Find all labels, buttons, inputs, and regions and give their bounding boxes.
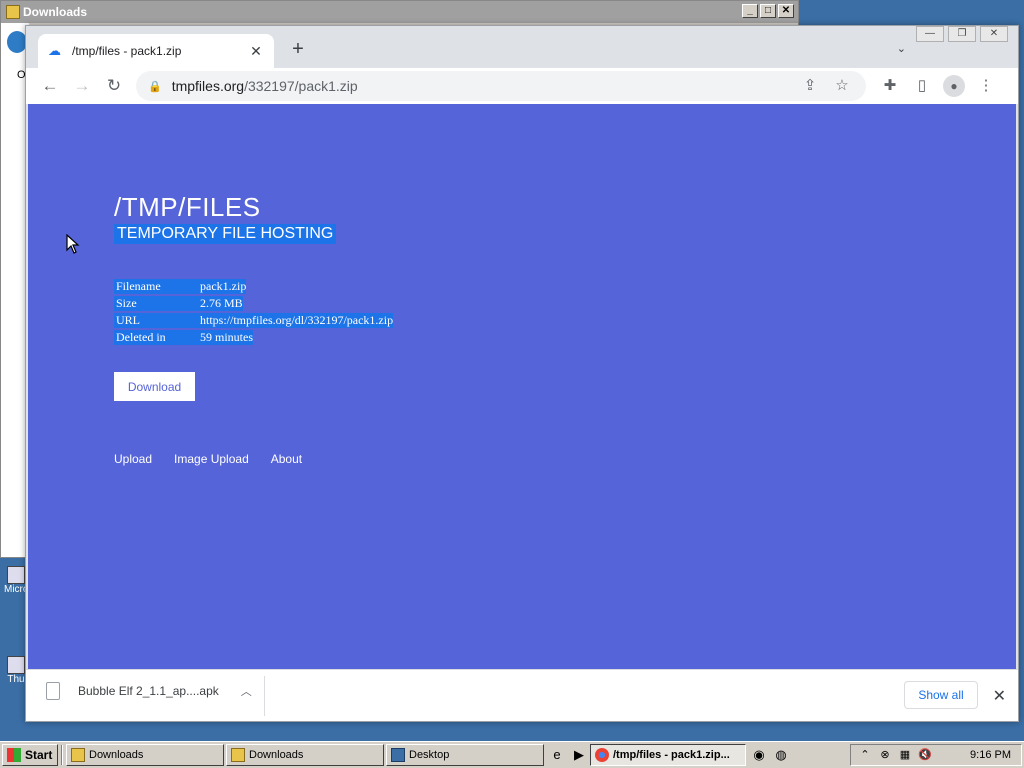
menu-kebab-icon[interactable]: ⋮ bbox=[970, 70, 1002, 102]
file-info-table: Filename pack1.zip Size 2.76 MB URL http… bbox=[114, 278, 394, 346]
footer-link-upload[interactable]: Upload bbox=[114, 452, 152, 466]
application-icon bbox=[7, 566, 25, 584]
download-button[interactable]: Download bbox=[114, 372, 195, 401]
file-icon bbox=[46, 682, 60, 700]
tray-expand-icon[interactable]: ⌃ bbox=[857, 748, 873, 762]
bookmark-star-icon[interactable]: ☆ bbox=[826, 75, 858, 97]
task-browser[interactable]: /tmp/files - pack1.zip... bbox=[590, 744, 746, 766]
edge-icon[interactable]: ◍ bbox=[770, 744, 792, 766]
profile-avatar-icon[interactable]: ● bbox=[943, 75, 965, 97]
tab-close-icon[interactable]: ✕ bbox=[248, 43, 264, 59]
background-window-title: Downloads bbox=[23, 5, 88, 19]
tab-search-chevron-icon[interactable]: ⌄ bbox=[897, 42, 906, 55]
task-label: Desktop bbox=[409, 749, 450, 761]
footer-link-image-upload[interactable]: Image Upload bbox=[174, 452, 249, 466]
start-label: Start bbox=[25, 748, 53, 762]
info-value: https://tmpfiles.org/dl/332197/pack1.zip bbox=[198, 313, 394, 328]
window-close-icon[interactable]: ✕ bbox=[980, 26, 1008, 42]
window-minimize-icon[interactable]: — bbox=[916, 26, 944, 42]
info-value: 59 minutes bbox=[198, 330, 253, 345]
footer-nav: Upload Image Upload About bbox=[114, 452, 302, 466]
info-row-size: Size 2.76 MB bbox=[114, 295, 393, 312]
page-content: /TMP/FILES TEMPORARY FILE HOSTING Filena… bbox=[28, 104, 1016, 669]
folder-icon bbox=[71, 748, 85, 762]
info-key: Size bbox=[114, 296, 198, 311]
shelf-divider bbox=[264, 676, 265, 716]
info-row-deleted-in: Deleted in 59 minutes bbox=[114, 329, 393, 346]
folder-icon bbox=[231, 748, 245, 762]
site-subtitle: TEMPORARY FILE HOSTING bbox=[114, 224, 337, 244]
download-shelf: Bubble Elf 2_1.1_ap....apk ︿ Show all ✕ bbox=[26, 669, 1018, 721]
extensions-puzzle-icon[interactable]: ✚ bbox=[874, 70, 906, 102]
show-all-button[interactable]: Show all bbox=[904, 681, 978, 709]
cloud-upload-icon: ☁ bbox=[48, 43, 61, 58]
footer-link-about[interactable]: About bbox=[271, 452, 302, 466]
taskbar-divider bbox=[61, 745, 63, 765]
task-desktop[interactable]: Desktop bbox=[386, 744, 544, 766]
chrome-icon bbox=[595, 748, 609, 762]
start-button[interactable]: Start bbox=[2, 744, 58, 766]
info-row-url: URL https://tmpfiles.org/dl/332197/pack1… bbox=[114, 312, 394, 329]
system-tray: ⌃ ⊗ ▦ 🔇 9:16 PM bbox=[850, 744, 1022, 766]
network-error-icon[interactable]: ⊗ bbox=[877, 748, 893, 762]
url-host: tmpfiles.org bbox=[171, 78, 245, 94]
info-row-filename: Filename pack1.zip bbox=[114, 278, 393, 295]
browser-toolbar: ← → ↻ 🔒 tmpfiles.org/332197/pack1.zip ⇪ … bbox=[26, 68, 1018, 104]
minimize-icon[interactable]: _ bbox=[742, 4, 758, 18]
side-panel-icon[interactable]: ▯ bbox=[906, 70, 938, 102]
info-value: pack1.zip bbox=[198, 279, 247, 294]
lock-icon[interactable]: 🔒 bbox=[148, 80, 162, 93]
task-downloads-2[interactable]: Downloads bbox=[226, 744, 384, 766]
volume-muted-icon[interactable]: 🔇 bbox=[917, 748, 933, 762]
windows-flag-icon bbox=[7, 748, 21, 762]
tab-strip: ☁ /tmp/files - pack1.zip ✕ + ⌄ — ❐ ✕ bbox=[26, 26, 1018, 68]
shelf-close-icon[interactable]: ✕ bbox=[993, 686, 1006, 706]
clock[interactable]: 9:16 PM bbox=[970, 749, 1011, 761]
info-key: Deleted in bbox=[114, 330, 198, 345]
window-restore-icon[interactable]: ❐ bbox=[948, 26, 976, 42]
network-icon[interactable]: ▦ bbox=[897, 748, 913, 762]
site-title: /TMP/FILES bbox=[114, 192, 261, 222]
tab-tmpfiles[interactable]: ☁ /tmp/files - pack1.zip ✕ bbox=[38, 34, 274, 68]
back-arrow-icon[interactable] bbox=[7, 31, 27, 53]
task-label: /tmp/files - pack1.zip... bbox=[613, 749, 730, 761]
chevron-up-icon[interactable]: ︿ bbox=[241, 683, 252, 699]
raccoon-app-icon[interactable]: ◉ bbox=[748, 744, 770, 766]
close-icon[interactable]: ✕ bbox=[778, 4, 794, 18]
new-tab-icon[interactable]: + bbox=[288, 39, 308, 60]
download-item[interactable]: Bubble Elf 2_1.1_ap....apk ︿ bbox=[46, 682, 252, 700]
taskbar: Start Downloads Downloads Desktop e ▶ /t… bbox=[0, 741, 1024, 768]
address-bar[interactable]: 🔒 tmpfiles.org/332197/pack1.zip ⇪ ☆ bbox=[136, 71, 866, 101]
browser-window: ☁ /tmp/files - pack1.zip ✕ + ⌄ — ❐ ✕ ← →… bbox=[25, 25, 1019, 722]
ie-icon[interactable]: e bbox=[546, 744, 568, 766]
share-icon[interactable]: ⇪ bbox=[794, 75, 826, 97]
info-key: Filename bbox=[114, 279, 198, 294]
mouse-cursor-icon bbox=[66, 233, 80, 257]
background-window-titlebar[interactable]: Downloads _ □ ✕ bbox=[1, 1, 798, 23]
task-label: Downloads bbox=[89, 749, 144, 761]
folder-icon bbox=[6, 5, 20, 19]
application-icon bbox=[7, 656, 25, 674]
back-icon[interactable]: ← bbox=[34, 70, 66, 102]
forward-icon[interactable]: → bbox=[66, 70, 98, 102]
reload-icon[interactable]: ↻ bbox=[98, 70, 130, 102]
task-label: Downloads bbox=[249, 749, 304, 761]
tab-title: /tmp/files - pack1.zip bbox=[72, 44, 182, 58]
info-key: URL bbox=[114, 313, 198, 328]
media-player-icon[interactable]: ▶ bbox=[568, 744, 590, 766]
task-downloads-1[interactable]: Downloads bbox=[66, 744, 224, 766]
maximize-icon[interactable]: □ bbox=[760, 4, 776, 18]
info-value: 2.76 MB bbox=[198, 296, 243, 311]
url-path: /332197/pack1.zip bbox=[244, 78, 358, 94]
desktop-icon bbox=[391, 748, 405, 762]
download-item-name: Bubble Elf 2_1.1_ap....apk bbox=[78, 684, 219, 698]
